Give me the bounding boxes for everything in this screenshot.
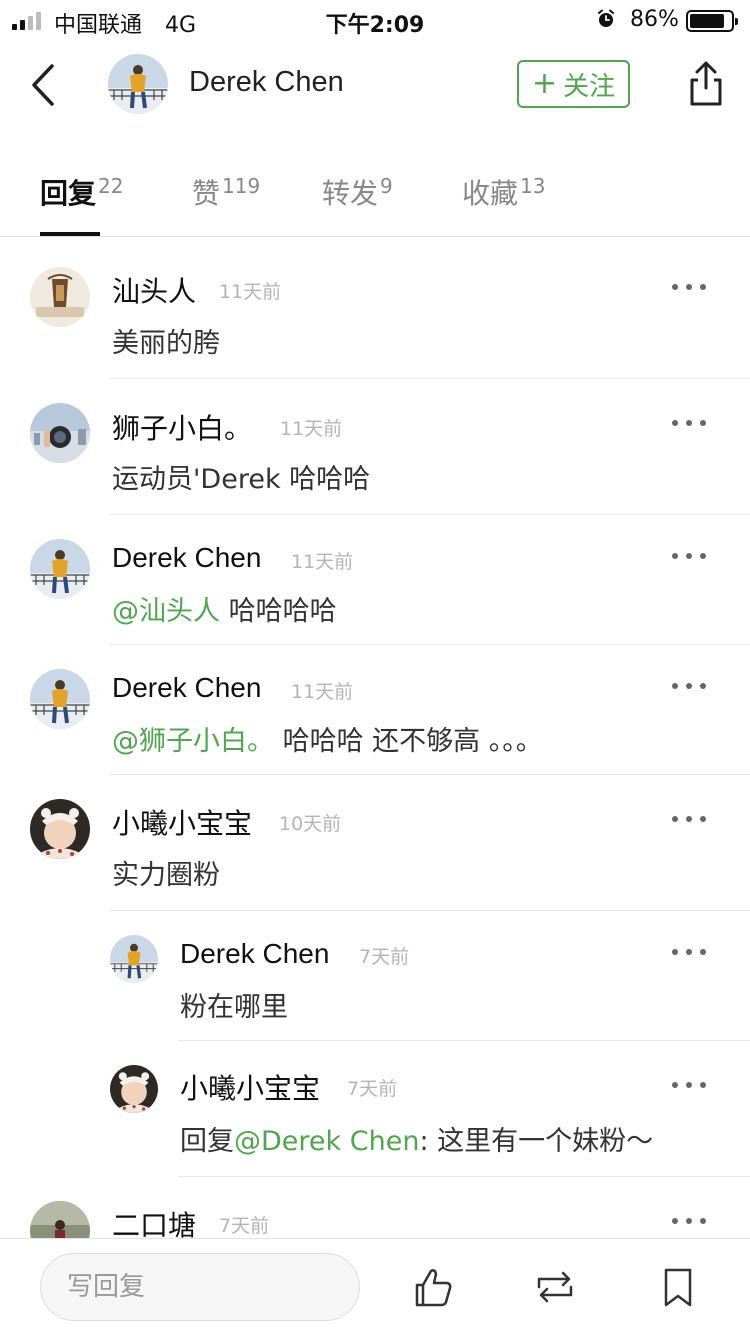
mention-link[interactable]: @Derek Chen [234, 1126, 419, 1157]
header-avatar[interactable] [108, 54, 168, 114]
comment-text: 实力圈粉 [112, 860, 220, 891]
comment-time: 11天前 [280, 418, 343, 440]
avatar[interactable] [110, 1065, 158, 1113]
tab-label: 赞 [192, 177, 221, 210]
comment-item[interactable]: Derek Chen 11天前 @汕头人 哈哈哈哈 [0, 515, 750, 645]
comment-time: 7天前 [347, 1078, 398, 1100]
mention-link[interactable]: @狮子小白。 [112, 726, 274, 757]
comment-body: 哈哈哈哈 [220, 596, 337, 627]
thumbs-up-icon[interactable] [411, 1265, 455, 1309]
comment-item[interactable]: 二口塘 7天前 [0, 1177, 750, 1238]
bookmark-icon[interactable] [656, 1265, 700, 1309]
tab-label: 回复 [40, 177, 97, 210]
comment-author[interactable]: Derek Chen [112, 542, 261, 574]
nested-reply-item[interactable]: Derek Chen 7天前 粉在哪里 [0, 911, 750, 1041]
comment-author[interactable]: 小曦小宝宝 [112, 802, 252, 842]
back-chevron-icon[interactable] [22, 60, 66, 110]
more-dots-icon[interactable] [672, 413, 706, 433]
comment-item[interactable]: Derek Chen 11天前 @狮子小白。 哈哈哈 还不够高 。。。 [0, 645, 750, 775]
comment-item[interactable]: 狮子小白。 11天前 运动员'Derek 哈哈哈 [0, 379, 750, 515]
comment-text: 回复@Derek Chen: 这里有一个妹粉～ [180, 1119, 653, 1158]
tab-favorites[interactable]: 收藏 13 [462, 172, 545, 212]
tab-count: 22 [98, 173, 124, 198]
battery-percent: 86% [630, 7, 679, 32]
more-dots-icon[interactable] [672, 676, 706, 696]
avatar[interactable] [30, 669, 90, 729]
comment-text: 粉在哪里 [180, 992, 288, 1023]
active-tab-indicator [40, 232, 100, 236]
comment-body: 哈哈哈 还不够高 。。。 [274, 726, 543, 757]
comment-author[interactable]: 汕头人 [112, 270, 196, 310]
bottom-action-bar: 写回复 [0, 1238, 750, 1334]
tab-bar: 回复 22 赞 119 转发 9 收藏 13 [0, 160, 750, 237]
more-dots-icon[interactable] [672, 942, 706, 962]
avatar[interactable] [30, 267, 90, 327]
tab-label: 转发 [322, 177, 379, 210]
comment-author[interactable]: 小曦小宝宝 [180, 1067, 320, 1107]
follow-label: 关注 [563, 71, 616, 102]
tab-replies[interactable]: 回复 22 [40, 172, 123, 212]
comment-author[interactable]: 狮子小白。 [112, 407, 252, 447]
mention-link[interactable]: @汕头人 [112, 596, 220, 627]
comment-author[interactable]: 二口塘 [112, 1204, 196, 1238]
tab-count: 9 [380, 173, 393, 198]
tab-count: 13 [520, 173, 546, 198]
share-icon[interactable] [684, 60, 728, 108]
comment-time: 7天前 [359, 946, 410, 968]
more-dots-icon[interactable] [672, 277, 706, 297]
tab-count: 119 [222, 173, 261, 198]
avatar[interactable] [110, 935, 158, 983]
tab-label: 收藏 [462, 177, 519, 210]
tab-reposts[interactable]: 转发 9 [322, 172, 393, 212]
more-dots-icon[interactable] [672, 809, 706, 829]
profile-header: Derek Chen + 关注 [0, 40, 750, 140]
more-dots-icon[interactable] [672, 546, 706, 566]
tab-likes[interactable]: 赞 119 [192, 172, 260, 212]
comment-text: @狮子小白。 哈哈哈 还不够高 。。。 [112, 719, 543, 758]
comment-time: 10天前 [279, 813, 342, 835]
battery-icon [686, 10, 738, 32]
plus-icon: + [531, 66, 558, 101]
comment-text: @汕头人 哈哈哈哈 [112, 589, 337, 628]
comment-time: 7天前 [219, 1215, 270, 1237]
comment-body: : 这里有一个妹粉～ [419, 1126, 654, 1157]
comment-item[interactable]: 小曦小宝宝 10天前 实力圈粉 [0, 775, 750, 911]
avatar[interactable] [30, 403, 90, 463]
reply-input[interactable]: 写回复 [40, 1253, 360, 1321]
status-bar: 中国联通 4G 下午2:09 86% [0, 0, 750, 40]
reply-prefix: 回复 [180, 1126, 234, 1157]
comment-text: 运动员'Derek 哈哈哈 [112, 464, 371, 495]
avatar[interactable] [30, 539, 90, 599]
comment-author[interactable]: Derek Chen [180, 938, 329, 970]
comment-text: 美丽的胯 [112, 328, 220, 359]
comment-time: 11天前 [291, 681, 354, 703]
avatar[interactable] [30, 799, 90, 859]
comment-time: 11天前 [219, 281, 282, 303]
nested-reply-item[interactable]: 小曦小宝宝 7天前 回复@Derek Chen: 这里有一个妹粉～ [0, 1041, 750, 1177]
alarm-icon [598, 9, 614, 27]
repost-icon[interactable] [533, 1265, 577, 1309]
avatar[interactable] [30, 1201, 90, 1238]
follow-button[interactable]: + 关注 [517, 60, 630, 108]
comment-author[interactable]: Derek Chen [112, 672, 261, 704]
more-dots-icon[interactable] [672, 1211, 706, 1231]
header-user-name[interactable]: Derek Chen [189, 66, 344, 99]
comment-time: 11天前 [291, 551, 354, 573]
comment-item[interactable]: 汕头人 11天前 美丽的胯 [0, 237, 750, 379]
more-dots-icon[interactable] [672, 1075, 706, 1095]
